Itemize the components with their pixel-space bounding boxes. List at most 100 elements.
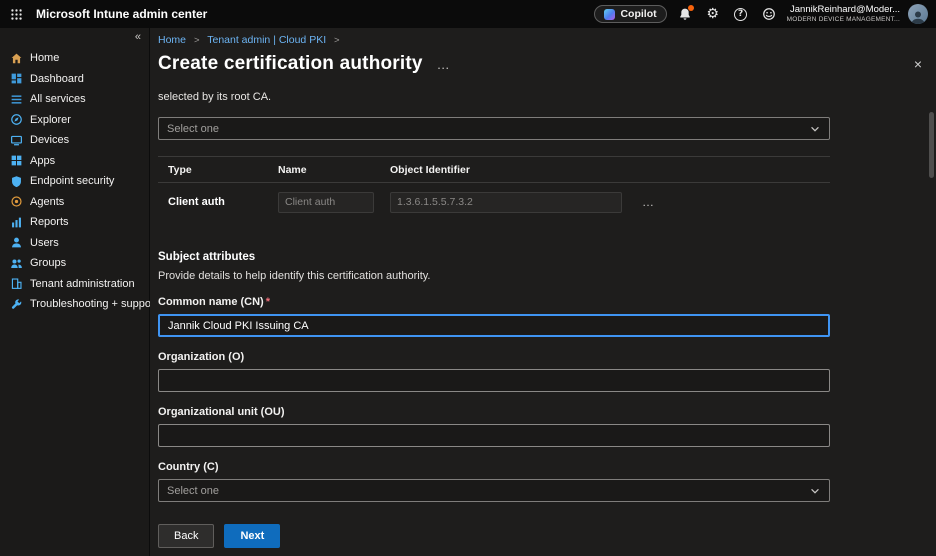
- panel-context-menu-icon[interactable]: …: [437, 57, 451, 72]
- sidebar-nav: Home Dashboard All services: [0, 46, 149, 315]
- next-button[interactable]: Next: [224, 524, 280, 548]
- notifications-button[interactable]: [675, 4, 695, 24]
- sidebar-item-home[interactable]: Home: [0, 48, 149, 69]
- topbar-actions: Copilot ⚙ ?: [594, 4, 936, 24]
- user-tenant: MODERN DEVICE MANAGEMENT...: [787, 16, 900, 23]
- notification-badge: [688, 5, 694, 11]
- sidebar-item-reports[interactable]: Reports: [0, 212, 149, 233]
- breadcrumb-home-link[interactable]: Home: [158, 34, 186, 46]
- organization-label: Organization (O): [158, 351, 936, 363]
- sidebar-item-agents[interactable]: Agents: [0, 192, 149, 213]
- breadcrumb: Home > Tenant admin | Cloud PKI >: [150, 28, 936, 48]
- sidebar: « Home Dashboard: [0, 28, 150, 556]
- panel-body: selected by its root CA. Select one Type…: [150, 83, 936, 516]
- shield-icon: [10, 175, 23, 188]
- copilot-button[interactable]: Copilot: [594, 5, 666, 23]
- eku-table-header: Type Name Object Identifier: [158, 157, 830, 183]
- app-launcher-icon[interactable]: [0, 0, 32, 28]
- panel-header: Create certification authority … ×: [150, 48, 936, 83]
- main-content: Home > Tenant admin | Cloud PKI > Create…: [150, 28, 936, 556]
- avatar-person-icon: [910, 10, 926, 24]
- apps-grid-icon: [10, 154, 23, 167]
- sidebar-item-users[interactable]: Users: [0, 233, 149, 254]
- chevron-down-icon: [809, 123, 821, 135]
- common-name-field-group: Common name (CN)*: [158, 296, 936, 337]
- country-select[interactable]: Select one: [158, 479, 830, 502]
- user-icon: [10, 236, 23, 249]
- eku-select-value: Select one: [167, 123, 219, 135]
- all-services-icon: [10, 93, 23, 106]
- sidebar-item-label: Home: [30, 52, 59, 64]
- devices-monitor-icon: [10, 134, 23, 147]
- organization-input[interactable]: [158, 369, 830, 392]
- sidebar-item-all-services[interactable]: All services: [0, 89, 149, 110]
- copilot-icon: [604, 9, 615, 20]
- page-title: Create certification authority: [158, 53, 423, 75]
- common-name-input[interactable]: [158, 314, 830, 337]
- org-unit-input[interactable]: [158, 424, 830, 447]
- country-label: Country (C): [158, 461, 936, 473]
- home-icon: [10, 52, 23, 65]
- top-bar: Microsoft Intune admin center Copilot ⚙ …: [0, 0, 936, 28]
- eku-table: Type Name Object Identifier Client auth …: [158, 156, 830, 221]
- sidebar-item-explorer[interactable]: Explorer: [0, 110, 149, 131]
- common-name-label: Common name (CN)*: [158, 296, 936, 308]
- org-unit-label: Organizational unit (OU): [158, 406, 936, 418]
- people-icon: [10, 257, 23, 270]
- sidebar-item-groups[interactable]: Groups: [0, 253, 149, 274]
- chevron-down-icon: [809, 485, 821, 497]
- feedback-button[interactable]: [759, 4, 779, 24]
- sidebar-item-label: Apps: [30, 155, 55, 167]
- sidebar-item-label: Agents: [30, 196, 64, 208]
- column-header-type: Type: [168, 164, 278, 176]
- sidebar-item-label: Explorer: [30, 114, 71, 126]
- settings-button[interactable]: ⚙: [703, 4, 723, 24]
- sidebar-item-label: Troubleshooting + support: [30, 298, 158, 310]
- gear-icon: ⚙: [706, 7, 719, 21]
- sidebar-item-label: Reports: [30, 216, 69, 228]
- subject-attributes-heading: Subject attributes: [158, 251, 936, 263]
- sidebar-item-apps[interactable]: Apps: [0, 151, 149, 172]
- sidebar-item-devices[interactable]: Devices: [0, 130, 149, 151]
- avatar[interactable]: [908, 4, 928, 24]
- sidebar-collapse-icon[interactable]: «: [135, 32, 141, 43]
- user-email: JannikReinhard@Moder...: [787, 5, 900, 16]
- sidebar-item-tenant-administration[interactable]: Tenant administration: [0, 274, 149, 295]
- sidebar-item-endpoint-security[interactable]: Endpoint security: [0, 171, 149, 192]
- subject-attributes-description: Provide details to help identify this ce…: [158, 270, 936, 282]
- country-field-group: Country (C) Select one: [158, 461, 936, 502]
- eku-select[interactable]: Select one: [158, 117, 830, 140]
- sidebar-item-dashboard[interactable]: Dashboard: [0, 69, 149, 90]
- sidebar-item-label: Endpoint security: [30, 175, 114, 187]
- row-context-menu-icon[interactable]: …: [642, 195, 655, 209]
- table-row: Client auth …: [158, 183, 830, 221]
- building-icon: [10, 277, 23, 290]
- breadcrumb-separator: >: [194, 35, 200, 46]
- sidebar-item-label: Tenant administration: [30, 278, 135, 290]
- common-name-label-text: Common name (CN): [158, 296, 264, 308]
- app-title: Microsoft Intune admin center: [36, 7, 207, 21]
- sidebar-item-label: Groups: [30, 257, 66, 269]
- eku-oid-input[interactable]: [390, 192, 622, 213]
- waffle-icon: [10, 8, 23, 21]
- close-icon[interactable]: ×: [914, 57, 922, 71]
- intro-text: selected by its root CA.: [158, 91, 936, 103]
- scrollbar[interactable]: [929, 112, 934, 178]
- account-menu[interactable]: JannikReinhard@Moder... MODERN DEVICE MA…: [787, 5, 900, 23]
- breadcrumb-separator: >: [334, 35, 340, 46]
- help-button[interactable]: ?: [731, 4, 751, 24]
- eku-name-input[interactable]: [278, 192, 374, 213]
- explorer-compass-icon: [10, 113, 23, 126]
- sidebar-item-label: Users: [30, 237, 59, 249]
- feedback-smiley-icon: [762, 7, 776, 21]
- sidebar-item-troubleshooting[interactable]: Troubleshooting + support: [0, 294, 149, 315]
- back-button[interactable]: Back: [158, 524, 214, 548]
- help-icon: ?: [734, 8, 747, 21]
- sidebar-collapse-row: «: [0, 28, 149, 46]
- breadcrumb-cloudpki-link[interactable]: Tenant admin | Cloud PKI: [207, 34, 326, 46]
- sidebar-item-label: Devices: [30, 134, 69, 146]
- agents-icon: [10, 195, 23, 208]
- wizard-footer: Back Next: [150, 516, 936, 556]
- copilot-label: Copilot: [620, 8, 656, 20]
- wrench-icon: [10, 298, 23, 311]
